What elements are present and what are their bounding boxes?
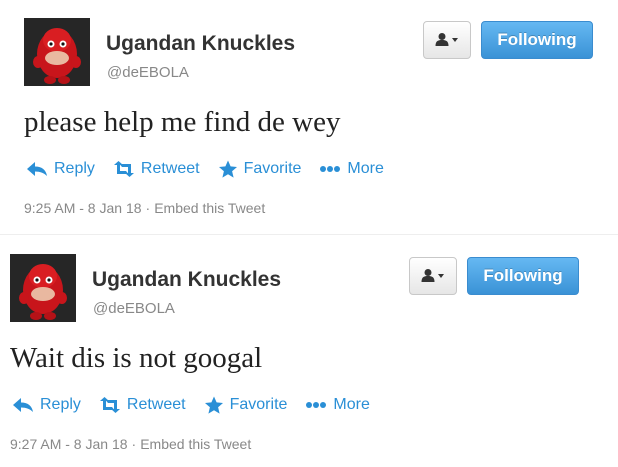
- reply-label: Reply: [54, 160, 95, 177]
- tweet-actions: Reply Retweet Favorite More: [12, 394, 388, 416]
- avatar[interactable]: [24, 18, 90, 86]
- meta-separator: ·: [145, 200, 151, 216]
- user-dropdown-icon: [435, 33, 458, 46]
- favorite-button[interactable]: Favorite: [204, 396, 288, 415]
- following-button[interactable]: Following: [467, 257, 579, 295]
- user-dropdown-icon: [421, 269, 444, 282]
- retweet-label: Retweet: [126, 396, 186, 413]
- more-dots-icon: [320, 166, 341, 172]
- user-actions-button[interactable]: [423, 21, 471, 59]
- retweet-icon: [113, 161, 134, 177]
- more-label: More: [333, 396, 370, 413]
- more-dots-icon: [306, 402, 327, 408]
- reply-icon: [13, 398, 33, 412]
- tweet-text: Wait dis is not googal: [10, 342, 263, 374]
- handle[interactable]: @deEBOLA: [93, 300, 175, 317]
- tweet-actions: Reply Retweet Favorite More: [26, 158, 402, 180]
- tweet-meta: 9:27 AM - 8 Jan 18 · Embed this Tweet: [10, 436, 251, 452]
- reply-button[interactable]: Reply: [12, 396, 81, 414]
- more-button[interactable]: More: [305, 396, 370, 414]
- favorite-label: Favorite: [243, 160, 302, 177]
- reply-button[interactable]: Reply: [26, 160, 95, 178]
- following-button[interactable]: Following: [481, 21, 593, 59]
- handle[interactable]: @deEBOLA: [107, 64, 189, 81]
- divider: [0, 234, 618, 235]
- avatar[interactable]: [10, 254, 76, 322]
- display-name[interactable]: Ugandan Knuckles: [106, 32, 295, 56]
- favorite-button[interactable]: Favorite: [218, 160, 302, 179]
- more-button[interactable]: More: [319, 160, 384, 178]
- retweet-icon: [99, 397, 120, 413]
- user-actions-button[interactable]: [409, 257, 457, 295]
- embed-tweet-link[interactable]: Embed this Tweet: [154, 200, 265, 216]
- reply-label: Reply: [40, 396, 81, 413]
- tweet-timestamp[interactable]: 9:25 AM - 8 Jan 18: [24, 200, 142, 216]
- favorite-star-icon: [218, 160, 237, 178]
- display-name[interactable]: Ugandan Knuckles: [92, 268, 281, 292]
- more-label: More: [347, 160, 384, 177]
- retweet-button[interactable]: Retweet: [99, 396, 186, 414]
- tweet-meta: 9:25 AM - 8 Jan 18 · Embed this Tweet: [24, 200, 265, 216]
- favorite-star-icon: [204, 396, 223, 414]
- favorite-label: Favorite: [229, 396, 288, 413]
- tweet-text: please help me find de wey: [24, 106, 341, 138]
- meta-separator: ·: [131, 436, 137, 452]
- tweet-timestamp[interactable]: 9:27 AM - 8 Jan 18: [10, 436, 128, 452]
- retweet-label: Retweet: [140, 160, 200, 177]
- reply-icon: [27, 162, 47, 176]
- embed-tweet-link[interactable]: Embed this Tweet: [140, 436, 251, 452]
- retweet-button[interactable]: Retweet: [113, 160, 200, 178]
